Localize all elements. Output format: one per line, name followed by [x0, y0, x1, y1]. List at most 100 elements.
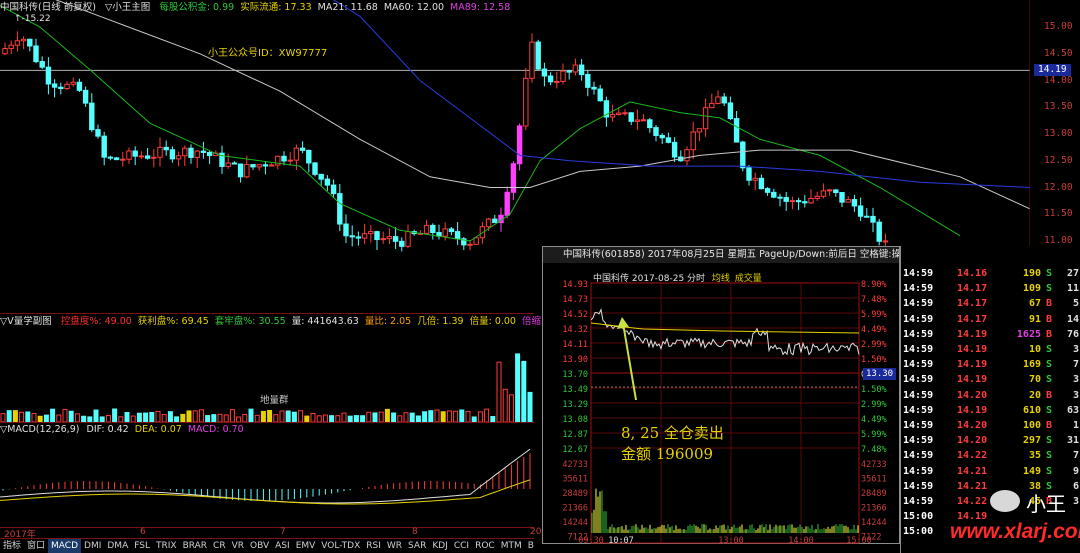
stat-value: 11.68 — [347, 2, 378, 13]
tick-row[interactable]: 14:59 14.19 1625 B 76 — [901, 327, 1080, 342]
tick-side: B — [1046, 328, 1053, 340]
candle-body — [405, 231, 411, 247]
tick-time: 14:59 — [903, 465, 934, 477]
tick-time: 14:59 — [903, 404, 934, 416]
indicator-tab-bar: 指标 窗口 MACD DMI DMA FSL TRIX BRAR CR VR OBV ASI EMV VO… — [0, 538, 534, 553]
percent-tick-label: 5.99% — [861, 430, 887, 440]
tab-asi[interactable]: ASI — [272, 539, 293, 553]
volume-bar — [25, 411, 31, 422]
volume-bar — [446, 410, 452, 422]
tab-cr[interactable]: CR — [210, 539, 229, 553]
tab-vr[interactable]: VR — [229, 539, 247, 553]
candle-body — [640, 119, 647, 122]
volume-bar — [341, 412, 347, 422]
price-tick-label: 13.29 — [562, 400, 588, 410]
candle-body — [355, 236, 362, 239]
tab-指标[interactable]: 指标 — [0, 539, 24, 553]
tab-macd[interactable]: MACD — [48, 539, 82, 553]
tick-price: 14.19 — [957, 359, 988, 371]
tick-row[interactable]: 14:59 14.21 149 S 9 — [901, 464, 1080, 479]
candle-body — [244, 164, 250, 178]
dea-readout: DEA: 0.07 — [135, 424, 182, 435]
tab-bou[interactable]: BOU — [525, 539, 534, 553]
tab-窗口[interactable]: 窗口 — [24, 539, 48, 553]
tick-volume: 149 — [1022, 465, 1041, 477]
intraday-popup-window[interactable]: 中国科传(601858) 2017年08月25日 星期五 PageUp/Down… — [542, 246, 900, 545]
candle-body — [368, 231, 374, 235]
percent-tick-label: 8.90% — [861, 280, 887, 290]
dea-label: DEA: — [134, 424, 158, 435]
stat-label: 控盘度%: — [60, 316, 102, 327]
volume-chart[interactable] — [0, 330, 534, 422]
stat-item: 倍量: 0.00 — [470, 316, 516, 327]
tab-vol-tdx[interactable]: VOL-TDX — [318, 539, 363, 553]
volume-tick-label: 21366 — [562, 504, 588, 514]
popup-title-bar[interactable]: 中国科传(601858) 2017年08月25日 星期五 PageUp/Down… — [543, 247, 899, 263]
volume-panel-title[interactable]: ▽V量学副图 — [0, 316, 52, 327]
tab-obv[interactable]: OBV — [247, 539, 272, 553]
chart-frame — [590, 282, 860, 544]
tab-emv[interactable]: EMV — [293, 539, 319, 553]
candle-body — [876, 221, 882, 242]
candle-body — [200, 150, 207, 153]
volume-bar — [205, 415, 211, 422]
tick-row[interactable]: 14:59 14.19 169 S 7 — [901, 357, 1080, 372]
tab-rsi[interactable]: RSI — [363, 539, 384, 553]
candle-body — [448, 228, 455, 233]
candle-body — [628, 112, 634, 122]
tab-fsl[interactable]: FSL — [131, 539, 153, 553]
tick-count: 9 — [1072, 465, 1079, 477]
candle-body — [851, 199, 858, 207]
candle-body — [634, 119, 641, 122]
tick-row[interactable]: 14:59 14.20 297 S 31 — [901, 433, 1080, 448]
tab-roc[interactable]: ROC — [472, 539, 498, 553]
volume-bar — [273, 414, 279, 422]
stat-item: 量比: 2.05 — [365, 316, 411, 327]
tab-trix[interactable]: TRIX — [153, 539, 180, 553]
stat-item: MA89: 12.58 — [450, 2, 510, 13]
tick-row[interactable]: 14:59 14.19 610 S 63 — [901, 403, 1080, 418]
candle-body — [194, 150, 200, 158]
tick-row[interactable]: 14:59 14.19 10 S 3 — [901, 342, 1080, 357]
volume-bar — [242, 413, 248, 422]
tick-row[interactable]: 14:59 14.17 67 B 5 — [901, 296, 1080, 311]
tick-row[interactable]: 14:59 14.19 70 S 3 — [901, 372, 1080, 387]
tick-time: 14:59 — [903, 420, 934, 431]
main-indicator-name[interactable]: ▽小王主图 — [105, 2, 150, 13]
candle-body — [833, 189, 839, 194]
date-tick-label: 7 — [280, 527, 286, 537]
trade-annotation: 8, 25 全仓卖出 金额 196009 — [621, 423, 724, 465]
tab-kdj[interactable]: KDJ — [429, 539, 451, 553]
tick-volume: 70 — [1028, 374, 1041, 386]
tab-mtm[interactable]: MTM — [498, 539, 525, 553]
tick-row[interactable]: 14:59 14.20 20 B 3 — [901, 388, 1080, 403]
stat-label: 倍量: — [469, 316, 492, 327]
volume-bar — [180, 413, 186, 422]
stat-item: 实际流通: 17.33 — [240, 2, 311, 13]
cursor-price-badge: 13.30 — [863, 368, 897, 380]
macd-chart[interactable] — [0, 437, 534, 527]
tick-row[interactable]: 14:59 14.17 91 B 14 — [901, 312, 1080, 327]
date-tick-label: 8 — [412, 527, 418, 537]
tick-row[interactable]: 14:59 14.16 190 S 27 — [901, 266, 1080, 281]
tick-row[interactable]: 14:59 14.20 100 B 1 — [901, 418, 1080, 433]
volume-bar — [93, 409, 99, 422]
tab-dma[interactable]: DMA — [104, 539, 131, 553]
tick-row[interactable]: 14:59 14.17 109 S 11 — [901, 281, 1080, 296]
tab-brar[interactable]: BRAR — [180, 539, 210, 553]
tab-dmi[interactable]: DMI — [81, 539, 104, 553]
tick-volume: 100 — [1022, 420, 1041, 431]
tick-row[interactable]: 14:59 14.22 35 S 7 — [901, 448, 1080, 463]
tab-wr[interactable]: WR — [384, 539, 405, 553]
tab-sar[interactable]: SAR — [405, 539, 429, 553]
tick-volume: 35 — [1028, 450, 1041, 462]
percent-tick-label: 2.99% — [861, 340, 887, 350]
stat-label: MA60: — [383, 2, 414, 13]
candle-body — [225, 162, 231, 167]
tick-count: 7 — [1072, 450, 1079, 462]
volume-bar — [62, 408, 68, 422]
stat-item: MA60: 12.00 — [384, 2, 444, 13]
macd-panel-title[interactable]: ▽MACD(12,26,9) — [0, 424, 79, 435]
candle-body — [95, 129, 101, 137]
tab-cci[interactable]: CCI — [451, 539, 472, 553]
